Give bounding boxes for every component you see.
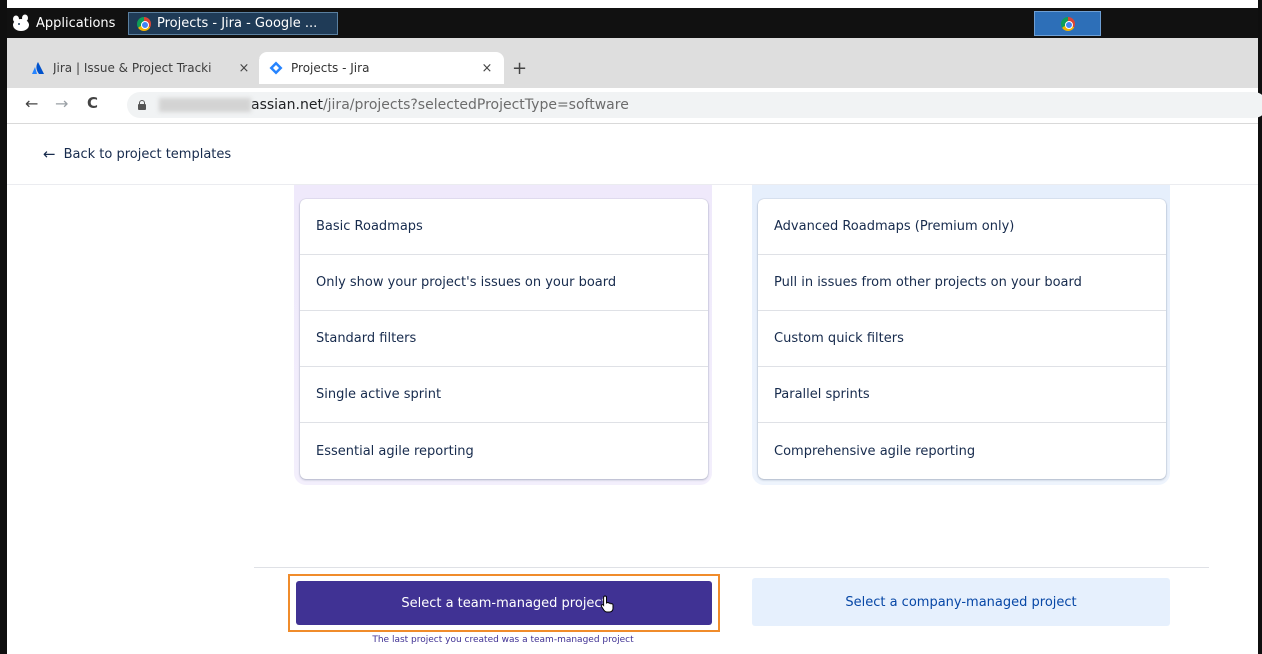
back-to-templates-link[interactable]: ← Back to project templates bbox=[43, 145, 231, 163]
redacted-url-segment bbox=[159, 98, 251, 112]
back-link-label: Back to project templates bbox=[63, 146, 232, 162]
list-item: Basic Roadmaps bbox=[300, 199, 708, 255]
xfce-logo-icon bbox=[13, 14, 29, 31]
address-bar[interactable]: assian.net /jira/projects?selectedProjec… bbox=[127, 92, 1262, 118]
page-content: ← Back to project templates Basic Roadma… bbox=[7, 125, 1258, 654]
new-tab-icon[interactable]: + bbox=[512, 58, 527, 79]
team-managed-panel: Basic Roadmaps Only show your project's … bbox=[294, 185, 712, 485]
list-item: Comprehensive agile reporting bbox=[774, 443, 976, 459]
forward-arrow-icon[interactable]: → bbox=[55, 94, 68, 113]
chrome-icon bbox=[137, 16, 151, 31]
list-item: Single active sprint bbox=[300, 367, 708, 423]
tab-close-icon[interactable]: × bbox=[478, 61, 496, 76]
team-managed-feature-list: Basic Roadmaps Only show your project's … bbox=[300, 199, 708, 479]
highlight-box: Select a team-managed project bbox=[288, 574, 720, 632]
back-arrow-icon[interactable]: ← bbox=[25, 94, 38, 113]
list-item: Standard filters bbox=[300, 311, 708, 367]
tray-chrome-button[interactable] bbox=[1034, 11, 1101, 36]
taskbar-window-button[interactable]: Projects - Jira - Google ... bbox=[128, 12, 338, 35]
url-host: assian.net bbox=[251, 97, 323, 113]
applications-menu[interactable]: Applications bbox=[11, 12, 121, 34]
tab-close-icon[interactable]: × bbox=[235, 61, 253, 76]
tab-label: Projects - Jira bbox=[291, 61, 370, 75]
url-path: /jira/projects?selectedProjectType=softw… bbox=[322, 97, 629, 113]
taskbar-window-title: Projects - Jira - Google ... bbox=[157, 16, 318, 31]
list-item: Pull in issues from other projects on yo… bbox=[758, 255, 1166, 311]
tab-jira-home[interactable]: Jira | Issue & Project Tracki × bbox=[21, 54, 261, 82]
select-company-managed-button[interactable]: Select a company-managed project bbox=[752, 578, 1170, 626]
footer-divider bbox=[254, 567, 1209, 568]
browser-toolbar: ← → C assian.net /jira/projects?selected… bbox=[7, 88, 1262, 124]
list-item: Only show your project's issues on your … bbox=[300, 255, 708, 311]
reload-icon[interactable]: C bbox=[87, 94, 98, 112]
list-item: Essential agile reporting bbox=[316, 443, 474, 459]
hand-cursor-icon bbox=[600, 595, 614, 613]
jira-logo-icon bbox=[269, 61, 283, 75]
last-project-hint: The last project you created was a team-… bbox=[372, 635, 634, 645]
company-managed-panel: Advanced Roadmaps (Premium only) Pull in… bbox=[752, 185, 1170, 485]
applications-label: Applications bbox=[36, 15, 116, 31]
list-item: Custom quick filters bbox=[758, 311, 1166, 367]
chrome-icon bbox=[1060, 16, 1075, 31]
back-arrow-icon: ← bbox=[43, 145, 56, 163]
tab-label: Jira | Issue & Project Tracki bbox=[53, 61, 212, 75]
os-taskbar: Applications Projects - Jira - Google ..… bbox=[7, 8, 1258, 38]
browser-tab-strip: Jira | Issue & Project Tracki × Projects… bbox=[7, 38, 1258, 88]
tab-projects-jira[interactable]: Projects - Jira × bbox=[259, 52, 504, 84]
list-item: Advanced Roadmaps (Premium only) bbox=[758, 199, 1166, 255]
lock-icon bbox=[137, 100, 147, 110]
list-item: Parallel sprints bbox=[758, 367, 1166, 423]
atlassian-logo-icon bbox=[32, 62, 44, 74]
select-team-managed-button[interactable]: Select a team-managed project bbox=[296, 581, 712, 625]
company-managed-feature-list: Advanced Roadmaps (Premium only) Pull in… bbox=[758, 199, 1166, 479]
